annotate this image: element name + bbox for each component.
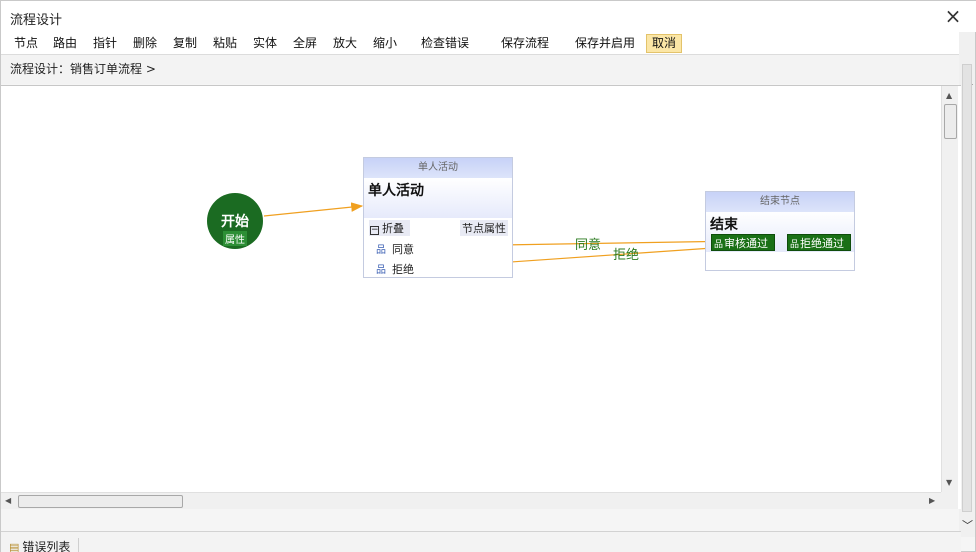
vertical-scrollbar[interactable]: ▲ ▼ [941, 86, 958, 492]
outer-scroll-thumb[interactable] [962, 64, 972, 512]
end-approve-button[interactable]: 品审核通过 [711, 234, 775, 251]
toolbar-fullscreen-button[interactable]: 全屏 [291, 34, 319, 53]
collapse-button[interactable]: − 折叠 [369, 220, 410, 236]
scroll-up-arrow-icon[interactable]: ▲ [946, 91, 952, 100]
end-reject-button[interactable]: 品拒绝通过 [787, 234, 851, 251]
node-props-button[interactable]: 节点属性 [460, 220, 508, 236]
window-title: 流程设计 [10, 13, 63, 28]
branch-reject-label: 拒绝 [392, 263, 414, 276]
edge-label-reject: 拒绝 [613, 248, 640, 263]
toolbar-cancel-button[interactable]: 取消 [646, 34, 683, 53]
toolbar: 节点 路由 指针 删除 复制 粘贴 实体 全屏 放大 缩小 检查错误 保存流程 … [1, 32, 961, 54]
toolbar-save-flow-button[interactable]: 保存流程 [499, 34, 551, 53]
bottom-panel-bar: ▤ 错误列表 [1, 531, 961, 552]
activity-node[interactable]: 单人活动 单人活动 − 折叠 节点属性 品同意 品拒绝 [363, 157, 513, 278]
end-approve-label: 审核通过 [724, 237, 769, 250]
scroll-down-arrow-icon[interactable]: ▼ [946, 478, 952, 487]
branch-icon: 品 [714, 240, 724, 250]
branch-icon: 品 [790, 240, 800, 250]
edge-start-to-activity [263, 202, 364, 217]
toolbar-check-errors-button[interactable]: 检查错误 [419, 34, 471, 53]
error-list-tab[interactable]: ▤ 错误列表 [9, 538, 80, 552]
toolbar-zoom-out-button[interactable]: 缩小 [371, 34, 399, 53]
breadcrumb-bar: 流程设计：销售订单流程 > [1, 54, 961, 84]
activity-node-title: 单人活动 [368, 183, 424, 199]
title-bar: 流程设计 × [1, 1, 976, 32]
clipboard-icon: ▤ [9, 541, 20, 552]
scroll-right-arrow-icon[interactable]: ▶ [929, 496, 935, 505]
toolbar-delete-button[interactable]: 删除 [131, 34, 159, 53]
end-reject-label: 拒绝通过 [800, 237, 845, 250]
outer-scrollbar[interactable]: ︿ ﹀ [959, 32, 975, 537]
activity-node-header: 单人活动 [364, 158, 512, 178]
branch-icon: 品 [376, 245, 386, 256]
minus-box-icon: − [370, 225, 379, 235]
edge-label-agree: 同意 [575, 238, 602, 253]
toolbar-copy-button[interactable]: 复制 [171, 34, 199, 53]
edges-layer [263, 202, 815, 268]
end-node-header: 结束节点 [706, 192, 854, 212]
branch-icon: 品 [376, 265, 386, 276]
error-list-label: 错误列表 [22, 540, 71, 552]
toolbar-zoom-in-button[interactable]: 放大 [331, 34, 359, 53]
end-node[interactable]: 结束节点 结束 品审核通过 品拒绝通过 [705, 191, 855, 271]
flow-design-window: 流程设计 × 节点 路由 指针 删除 复制 粘贴 实体 全屏 放大 缩小 检查错… [0, 0, 976, 552]
toolbar-entity-button[interactable]: 实体 [251, 34, 279, 53]
toolbar-node-button[interactable]: 节点 [12, 34, 40, 53]
scroll-left-arrow-icon[interactable]: ◀ [5, 496, 11, 505]
breadcrumb: 流程设计：销售订单流程 > [10, 62, 156, 76]
collapse-label: 折叠 [382, 222, 404, 235]
vertical-scroll-thumb[interactable] [944, 104, 957, 139]
toolbar-save-enable-button[interactable]: 保存并启用 [573, 34, 637, 53]
chevron-down-icon[interactable]: ﹀ [962, 517, 973, 533]
horizontal-scrollbar[interactable]: ◀ ▶ [1, 492, 941, 509]
horizontal-scroll-thumb[interactable] [18, 495, 183, 508]
branch-reject[interactable]: 品拒绝 [376, 261, 414, 277]
toolbar-pointer-button[interactable]: 指针 [91, 34, 119, 53]
branch-agree-label: 同意 [392, 243, 414, 256]
start-node[interactable]: 开始 属性 [207, 193, 263, 249]
toolbar-route-button[interactable]: 路由 [51, 34, 79, 53]
toolbar-paste-button[interactable]: 粘贴 [211, 34, 239, 53]
branch-agree[interactable]: 品同意 [376, 241, 414, 257]
design-canvas[interactable]: 开始 属性 单人活动 单人活动 − 折叠 节点属性 品同意 品拒绝 结束节点 结束… [1, 86, 941, 492]
close-icon[interactable]: × [943, 6, 963, 26]
start-node-label: 开始 [221, 214, 249, 230]
start-node-props-button[interactable]: 属性 [223, 231, 247, 246]
end-node-title: 结束 [710, 217, 738, 233]
scroll-corner [941, 492, 958, 509]
design-canvas-area: 开始 属性 单人活动 单人活动 − 折叠 节点属性 品同意 品拒绝 结束节点 结束… [1, 85, 961, 509]
